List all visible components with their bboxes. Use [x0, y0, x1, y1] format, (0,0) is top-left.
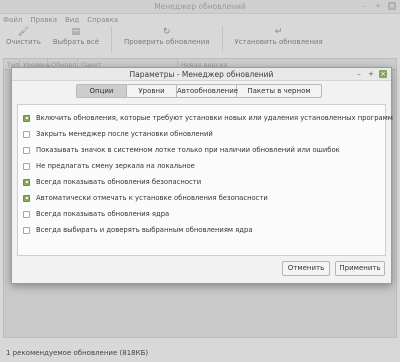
option-row[interactable]: Всегда показывать обновления безопасност… — [23, 177, 201, 187]
options-panel: Включить обновления, которые требуют уст… — [17, 104, 393, 256]
refresh-icon: ↻ — [162, 27, 171, 37]
clear-label: Очистить — [6, 38, 41, 46]
checkbox-checked[interactable] — [23, 114, 30, 122]
clear-button[interactable]: 🖌 Очистить — [6, 26, 41, 46]
option-label: Всегда показывать обновления безопасност… — [36, 178, 202, 186]
install-button[interactable]: ↵ Установить обновления — [235, 26, 323, 46]
option-row[interactable]: Показывать значок в системном лотке толь… — [23, 145, 340, 155]
toolbar: 🖌 Очистить ▤ Выбрать всё ↻ Проверить обн… — [0, 26, 400, 54]
checkbox-checked[interactable] — [23, 178, 30, 186]
cancel-button[interactable]: Отменить — [282, 261, 330, 276]
close-icon[interactable]: × — [388, 2, 396, 10]
option-label: Не предлагать смену зеркала на локальное — [36, 162, 195, 170]
option-label: Показывать значок в системном лотке толь… — [36, 146, 340, 154]
dialog-tabs: Опции Уровни Автообновление Пакеты в чер… — [76, 84, 322, 98]
dialog-titlebar: Параметры - Менеджер обновлений – + × — [12, 68, 391, 81]
maximize-icon[interactable]: + — [374, 2, 382, 10]
preferences-dialog: Параметры - Менеджер обновлений – + × Оп… — [11, 67, 393, 284]
menu-help[interactable]: Справка — [87, 16, 118, 24]
main-window-title: Менеджер обновлений — [154, 2, 246, 11]
checkbox[interactable] — [23, 162, 30, 170]
minimize-icon[interactable]: – — [355, 70, 363, 78]
option-row[interactable]: Не предлагать смену зеркала на локальное — [23, 161, 195, 171]
option-label: Всегда показывать обновления ядра — [36, 210, 170, 218]
option-row[interactable]: Всегда показывать обновления ядра — [23, 209, 169, 219]
select-all-button[interactable]: ▤ Выбрать всё — [53, 26, 99, 46]
refresh-button[interactable]: ↻ Проверить обновления — [124, 26, 210, 46]
main-titlebar: Менеджер обновлений – + × — [0, 0, 400, 14]
option-label: Всегда выбирать и доверять выбранным обн… — [36, 226, 253, 234]
option-label: Автоматически отмечать к установке обнов… — [36, 194, 268, 202]
menu-view[interactable]: Вид — [65, 16, 79, 24]
option-row[interactable]: Закрыть менеджер после установки обновле… — [23, 129, 213, 139]
menu-file[interactable]: Файл — [3, 16, 22, 24]
checkbox[interactable] — [23, 146, 30, 154]
dialog-title: Параметры - Менеджер обновлений — [129, 70, 274, 79]
status-bar: 1 рекомендуемое обновление (818КБ) — [6, 349, 149, 357]
option-row[interactable]: Автоматически отмечать к установке обнов… — [23, 193, 268, 203]
main-window-controls: – + × — [360, 2, 396, 10]
menu-edit[interactable]: Правка — [30, 16, 57, 24]
tab-levels[interactable]: Уровни — [127, 85, 177, 97]
refresh-label: Проверить обновления — [123, 38, 210, 46]
option-label: Закрыть менеджер после установки обновле… — [36, 130, 213, 138]
select-all-icon: ▤ — [71, 27, 81, 37]
tab-blacklist[interactable]: Пакеты в черном списке — [237, 85, 321, 97]
toolbar-separator — [110, 26, 112, 52]
install-icon: ↵ — [274, 27, 283, 37]
minimize-icon[interactable]: – — [360, 2, 368, 10]
menubar: Файл Правка Вид Справка — [0, 14, 400, 26]
apply-button[interactable]: Применить — [335, 261, 385, 276]
tab-auto-update[interactable]: Автообновление — [177, 85, 238, 97]
close-icon[interactable]: × — [379, 70, 387, 78]
option-row[interactable]: Включить обновления, которые требуют уст… — [23, 113, 393, 123]
option-row[interactable]: Всегда выбирать и доверять выбранным обн… — [23, 225, 253, 235]
checkbox[interactable] — [23, 226, 30, 234]
toolbar-separator — [221, 26, 223, 52]
select-all-label: Выбрать всё — [52, 38, 99, 46]
checkbox[interactable] — [23, 210, 30, 218]
tab-options[interactable]: Опции — [77, 85, 127, 97]
install-label: Установить обновления — [234, 38, 323, 46]
checkbox[interactable] — [23, 130, 30, 138]
checkbox-checked[interactable] — [23, 194, 30, 202]
dialog-controls: – + × — [355, 70, 387, 78]
clear-icon: 🖌 — [17, 27, 30, 37]
maximize-icon[interactable]: + — [367, 70, 375, 78]
option-label: Включить обновления, которые требуют уст… — [36, 114, 393, 122]
